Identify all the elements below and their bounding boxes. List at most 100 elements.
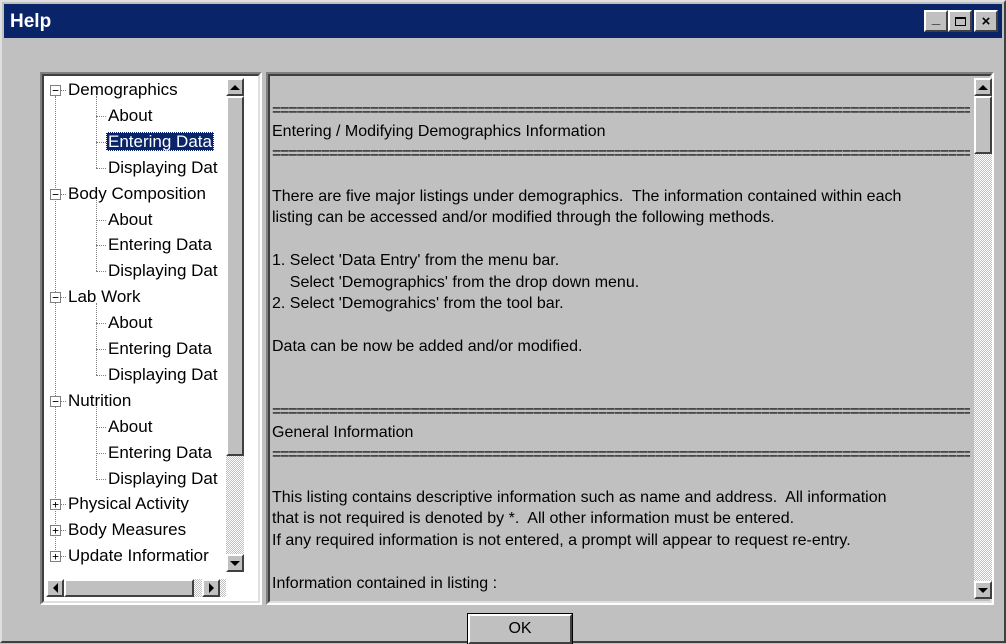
tree-item-label: Displaying Dat (108, 261, 218, 281)
arrow-right-icon (208, 583, 214, 593)
topics-tree-view[interactable]: − Demographics About Entering Data Displayin… (40, 72, 262, 605)
tree-item-topic[interactable]: Entering Data (106, 338, 214, 360)
tree-connector (96, 349, 106, 350)
tree-hscroll-thumb[interactable] (64, 579, 194, 597)
maximize-icon (954, 16, 966, 26)
tree-connector (96, 199, 97, 272)
tree-item-category[interactable]: Update Informatior (66, 545, 211, 567)
content-scroll-thumb[interactable] (974, 96, 992, 154)
tree-item-category[interactable]: Nutrition (66, 390, 133, 412)
help-text-line: This listing contains descriptive inform… (272, 488, 887, 506)
tree-connector (96, 96, 97, 168)
tree-items: − Demographics About Entering Data Displayin… (44, 76, 224, 572)
tree-item-label: Body Measures (68, 520, 187, 540)
expand-toggle-icon[interactable]: + (50, 499, 61, 511)
tree-item-topic[interactable]: Displaying Dat (106, 468, 220, 490)
tree-item-topic[interactable]: Entering Data (106, 442, 214, 464)
tree-scroll-right-button[interactable] (202, 579, 220, 597)
tree-item-label: Displaying Dat (108, 468, 218, 488)
minimize-icon: _ (931, 9, 941, 27)
tree-item-category[interactable]: Lab Work (66, 286, 142, 308)
tree-item-topic[interactable]: About (106, 105, 154, 127)
window-title: Help (10, 11, 52, 32)
tree-connector (96, 452, 106, 454)
tree-scroll-down-button[interactable] (226, 554, 244, 572)
tree-item-topic[interactable]: Entering Data (106, 131, 214, 153)
ok-button[interactable]: OK (467, 613, 573, 644)
tree-item-label: Nutrition (68, 390, 132, 410)
help-text-line: There are five major listings under demo… (272, 187, 902, 205)
tree-item-label: Demographics (68, 80, 178, 99)
arrow-down-icon (230, 560, 240, 566)
tree-item-category[interactable]: Demographics (66, 79, 180, 101)
separator-line: ========================================… (272, 445, 970, 463)
help-text-line: Information contained in listing : (272, 574, 498, 592)
collapse-toggle-icon[interactable]: − (50, 85, 61, 96)
separator-line: ========================================… (272, 144, 970, 162)
content-scroll-up-button[interactable] (974, 78, 992, 96)
tree-item-label-selected: Entering Data (106, 131, 214, 151)
tree-item-category[interactable]: Body Composition (66, 183, 208, 205)
separator-line: ========================================… (272, 402, 970, 420)
tree-item-label: Displaying Dat (108, 364, 218, 384)
tree-item-topic[interactable]: Entering Data (106, 234, 214, 256)
help-text-line: Select 'Demographics' from the drop down… (272, 273, 640, 291)
tree-item-label: Update Informatior (68, 546, 209, 566)
tree-connector (96, 219, 106, 221)
tree-scroll-up-button[interactable] (226, 78, 244, 96)
tree-connector (96, 115, 106, 117)
close-icon: × (981, 12, 991, 30)
tree-connector (96, 426, 106, 428)
help-text-line: Data can be now be added and/or modified… (272, 338, 583, 355)
expand-toggle-icon[interactable]: + (50, 525, 61, 537)
help-text-line: listing can be accessed and/or modified … (272, 209, 775, 226)
help-content-pane[interactable]: ========================================… (266, 72, 994, 605)
tree-item-topic[interactable]: Displaying Dat (106, 157, 220, 179)
help-window: Help _ × − Demographics About Entering Data… (0, 0, 1006, 644)
tree-item-topic[interactable]: Displaying Dat (106, 260, 220, 282)
help-text-line: General Information (272, 424, 414, 441)
tree-item-label: Physical Activity (68, 494, 189, 514)
content-scroll-down-button[interactable] (974, 581, 992, 599)
tree-scroll-thumb[interactable] (226, 96, 244, 456)
tree-connector (96, 323, 106, 325)
close-button[interactable]: × (974, 10, 998, 32)
tree-item-topic[interactable]: About (106, 209, 154, 231)
tree-scroll-left-button[interactable] (46, 579, 64, 597)
collapse-toggle-icon[interactable]: − (50, 395, 61, 407)
tree-item-topic[interactable]: Displaying Dat (106, 364, 220, 386)
tree-item-label: About (108, 416, 153, 436)
title-bar[interactable]: Help _ × (4, 4, 1002, 38)
tree-connector (96, 303, 97, 375)
content-vertical-scrollbar[interactable] (974, 78, 992, 599)
minimize-button[interactable]: _ (924, 10, 948, 32)
help-text-line: Entering / Modifying Demographics Inform… (272, 123, 606, 140)
tree-connector (96, 478, 106, 480)
tree-item-label: Displaying Dat (108, 157, 218, 177)
tree-item-label: About (108, 313, 153, 333)
arrow-up-icon (978, 84, 988, 90)
collapse-toggle-icon[interactable]: − (50, 292, 61, 304)
arrow-up-icon (230, 84, 240, 90)
arrow-left-icon (52, 583, 58, 593)
help-text: ========================================… (272, 78, 970, 599)
tree-connector (96, 167, 106, 169)
tree-item-category[interactable]: Body Measures (66, 519, 188, 541)
tree-vertical-scrollbar[interactable] (226, 78, 244, 572)
tree-item-topic[interactable]: About (106, 312, 154, 334)
tree-item-label: Body Composition (68, 183, 206, 203)
tree-item-category[interactable]: Physical Activity (66, 493, 191, 515)
tree-item-topic[interactable]: About (106, 416, 154, 438)
maximize-button[interactable] (948, 10, 972, 32)
tree-item-label: Entering Data (108, 235, 212, 255)
collapse-toggle-icon[interactable]: − (50, 188, 61, 200)
expand-toggle-icon[interactable]: + (50, 551, 61, 563)
tree-horizontal-scrollbar[interactable] (46, 579, 226, 597)
tree-connector (96, 374, 106, 376)
arrow-down-icon (978, 587, 988, 593)
